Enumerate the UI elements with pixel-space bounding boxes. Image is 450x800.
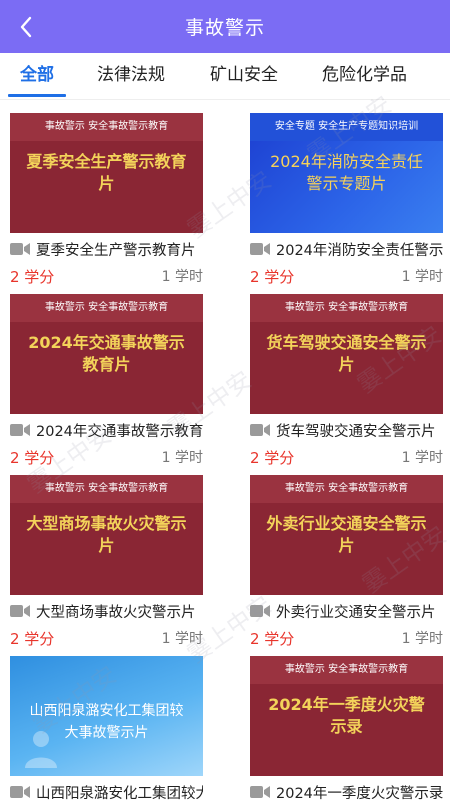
thumbnail-title: 夏季安全生产警示教育片 bbox=[26, 152, 187, 193]
thumbnail-title: 2024年消防安全责任警示专题片 bbox=[270, 152, 423, 193]
app-screen: 事故警示 全部 法律法规 矿山安全 危险化学品 安 事故警示 安全事故警示教育 … bbox=[0, 0, 450, 800]
course-info: 2 学分 1 学时 bbox=[10, 265, 203, 287]
course-hours: 1 学时 bbox=[401, 631, 443, 647]
course-thumbnail: 事故警示 安全事故警示教育 2024年一季度火灾警示录 bbox=[250, 656, 443, 776]
course-card[interactable]: 事故警示 安全事故警示教育 夏季安全生产警示教育片 夏季安全生产警示教育片 2 … bbox=[10, 113, 203, 291]
course-card[interactable]: 事故警示 安全事故警示教育 货车驾驶交通安全警示片 货车驾驶交通安全警示片 2 … bbox=[250, 294, 443, 472]
course-hours: 1 学时 bbox=[161, 450, 203, 466]
course-thumbnail: 事故警示 安全事故警示教育 大型商场事故火灾警示片 bbox=[10, 475, 203, 595]
course-credit: 2 学分 bbox=[10, 267, 55, 286]
video-camera-icon bbox=[10, 786, 30, 798]
course-card[interactable]: 事故警示 安全事故警示教育 大型商场事故火灾警示片 大型商场事故火灾警示片 2 … bbox=[10, 475, 203, 653]
course-meta: 夏季安全生产警示教育片 bbox=[10, 238, 203, 260]
thumbnail-title: 外卖行业交通安全警示片 bbox=[266, 514, 427, 555]
video-camera-icon bbox=[250, 605, 270, 617]
course-info: 2 学分 1 学时 bbox=[250, 265, 443, 287]
category-tabs: 全部 法律法规 矿山安全 危险化学品 安 bbox=[0, 53, 450, 99]
thumbnail-title: 大型商场事故火灾警示片 bbox=[26, 514, 187, 555]
course-thumbnail: 事故警示 安全事故警示教育 货车驾驶交通安全警示片 bbox=[250, 294, 443, 414]
thumbnail-band: 事故警示 安全事故警示教育 bbox=[250, 656, 443, 684]
course-title: 大型商场事故火灾警示片 bbox=[36, 604, 196, 621]
course-title: 2024年一季度火灾警示录 bbox=[276, 785, 443, 800]
thumbnail-title: 2024年一季度火灾警示录 bbox=[268, 695, 425, 736]
course-hours: 1 学时 bbox=[401, 450, 443, 466]
course-card[interactable]: 事故警示 安全事故警示教育 2024年一季度火灾警示录 2024年一季度火灾警示… bbox=[250, 656, 443, 800]
thumbnail-band: 事故警示 安全事故警示教育 bbox=[10, 113, 203, 141]
course-card[interactable]: 山西阳泉潞安化工集团较大事故警示片 山西阳泉潞安化工集团较大事故警示片 bbox=[10, 656, 203, 800]
course-meta: 外卖行业交通安全警示片 bbox=[250, 600, 443, 622]
thumbnail-title: 货车驾驶交通安全警示片 bbox=[266, 333, 427, 374]
course-meta: 2024年交通事故警示教育片 bbox=[10, 419, 203, 441]
course-info: 2 学分 1 学时 bbox=[250, 627, 443, 649]
tab-mine-safety[interactable]: 矿山安全 bbox=[210, 53, 278, 99]
course-grid: 事故警示 安全事故警示教育 夏季安全生产警示教育片 夏季安全生产警示教育片 2 … bbox=[0, 100, 450, 800]
course-info: 2 学分 1 学时 bbox=[10, 627, 203, 649]
course-meta: 2024年一季度火灾警示录 bbox=[250, 781, 443, 800]
thumbnail-band: 事故警示 安全事故警示教育 bbox=[10, 475, 203, 503]
course-card[interactable]: 事故警示 安全事故警示教育 2024年交通事故警示教育片 2024年交通事故警示… bbox=[10, 294, 203, 472]
thumbnail-band: 事故警示 安全事故警示教育 bbox=[250, 475, 443, 503]
course-hours: 1 学时 bbox=[161, 631, 203, 647]
course-credit: 2 学分 bbox=[250, 629, 295, 648]
course-title: 2024年消防安全责任警示专题片 bbox=[276, 242, 443, 259]
course-info: 2 学分 1 学时 bbox=[250, 446, 443, 468]
header-bar: 事故警示 bbox=[0, 0, 450, 53]
thumbnail-title: 山西阳泉潞安化工集团较大事故警示片 bbox=[29, 703, 184, 741]
course-meta: 货车驾驶交通安全警示片 bbox=[250, 419, 443, 441]
course-credit: 2 学分 bbox=[250, 448, 295, 467]
video-camera-icon bbox=[10, 605, 30, 617]
thumbnail-band: 安全专题 安全生产专题知识培训 bbox=[250, 113, 443, 141]
course-thumbnail: 山西阳泉潞安化工集团较大事故警示片 bbox=[10, 656, 203, 776]
course-thumbnail: 安全专题 安全生产专题知识培训 2024年消防安全责任警示专题片 bbox=[250, 113, 443, 233]
course-title: 山西阳泉潞安化工集团较大事故警示片 bbox=[36, 785, 203, 800]
thumbnail-band: 事故警示 安全事故警示教育 bbox=[10, 294, 203, 322]
course-hours: 1 学时 bbox=[161, 269, 203, 285]
thumbnail-band: 事故警示 安全事故警示教育 bbox=[250, 294, 443, 322]
tab-hazardous-chemicals[interactable]: 危险化学品 bbox=[322, 53, 407, 99]
page-title: 事故警示 bbox=[184, 17, 265, 39]
course-title: 夏季安全生产警示教育片 bbox=[36, 242, 196, 259]
video-camera-icon bbox=[250, 424, 270, 436]
course-card[interactable]: 安全专题 安全生产专题知识培训 2024年消防安全责任警示专题片 2024年消防… bbox=[250, 113, 443, 291]
video-camera-icon bbox=[250, 786, 270, 798]
thumbnail-title: 2024年交通事故警示教育片 bbox=[28, 333, 185, 374]
back-button[interactable] bbox=[8, 8, 44, 46]
course-credit: 2 学分 bbox=[10, 448, 55, 467]
tab-laws[interactable]: 法律法规 bbox=[97, 53, 165, 99]
video-camera-icon bbox=[250, 243, 270, 255]
course-hours: 1 学时 bbox=[401, 269, 443, 285]
course-title: 外卖行业交通安全警示片 bbox=[276, 604, 436, 621]
tab-all[interactable]: 全部 bbox=[8, 53, 66, 99]
course-meta: 大型商场事故火灾警示片 bbox=[10, 600, 203, 622]
course-title: 货车驾驶交通安全警示片 bbox=[276, 423, 436, 440]
course-meta: 山西阳泉潞安化工集团较大事故警示片 bbox=[10, 781, 203, 800]
course-credit: 2 学分 bbox=[10, 629, 55, 648]
course-title: 2024年交通事故警示教育片 bbox=[36, 423, 203, 440]
course-thumbnail: 事故警示 安全事故警示教育 2024年交通事故警示教育片 bbox=[10, 294, 203, 414]
course-card[interactable]: 事故警示 安全事故警示教育 外卖行业交通安全警示片 外卖行业交通安全警示片 2 … bbox=[250, 475, 443, 653]
video-camera-icon bbox=[10, 424, 30, 436]
course-credit: 2 学分 bbox=[250, 267, 295, 286]
chevron-left-icon bbox=[20, 16, 32, 38]
course-meta: 2024年消防安全责任警示专题片 bbox=[250, 238, 443, 260]
course-info: 2 学分 1 学时 bbox=[10, 446, 203, 468]
course-thumbnail: 事故警示 安全事故警示教育 外卖行业交通安全警示片 bbox=[250, 475, 443, 595]
course-thumbnail: 事故警示 安全事故警示教育 夏季安全生产警示教育片 bbox=[10, 113, 203, 233]
video-camera-icon bbox=[10, 243, 30, 255]
